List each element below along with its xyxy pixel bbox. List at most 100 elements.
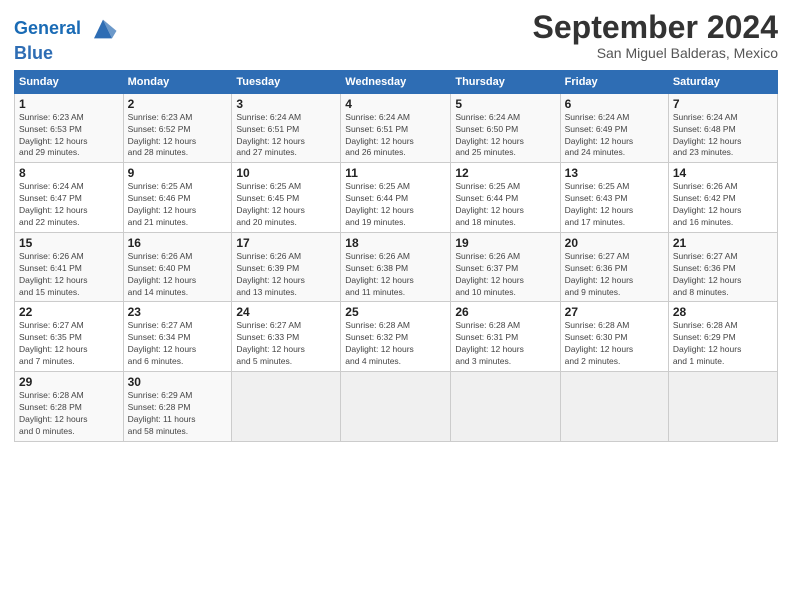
day-info: Sunrise: 6:26 AM Sunset: 6:41 PM Dayligh… bbox=[19, 251, 119, 299]
table-row: 12Sunrise: 6:25 AM Sunset: 6:44 PM Dayli… bbox=[451, 163, 560, 233]
day-info: Sunrise: 6:28 AM Sunset: 6:32 PM Dayligh… bbox=[345, 320, 446, 368]
day-info: Sunrise: 6:24 AM Sunset: 6:50 PM Dayligh… bbox=[455, 112, 555, 160]
day-info: Sunrise: 6:28 AM Sunset: 6:28 PM Dayligh… bbox=[19, 390, 119, 438]
location-title: San Miguel Balderas, Mexico bbox=[533, 45, 778, 61]
table-row bbox=[341, 372, 451, 442]
logo: General Blue bbox=[14, 14, 118, 64]
day-number: 5 bbox=[455, 97, 555, 111]
table-row: 30Sunrise: 6:29 AM Sunset: 6:28 PM Dayli… bbox=[123, 372, 232, 442]
table-row: 16Sunrise: 6:26 AM Sunset: 6:40 PM Dayli… bbox=[123, 232, 232, 302]
day-info: Sunrise: 6:23 AM Sunset: 6:52 PM Dayligh… bbox=[128, 112, 228, 160]
col-thursday: Thursday bbox=[451, 70, 560, 93]
table-row: 2Sunrise: 6:23 AM Sunset: 6:52 PM Daylig… bbox=[123, 93, 232, 163]
table-row: 20Sunrise: 6:27 AM Sunset: 6:36 PM Dayli… bbox=[560, 232, 668, 302]
table-row: 4Sunrise: 6:24 AM Sunset: 6:51 PM Daylig… bbox=[341, 93, 451, 163]
day-info: Sunrise: 6:27 AM Sunset: 6:33 PM Dayligh… bbox=[236, 320, 336, 368]
day-number: 6 bbox=[565, 97, 664, 111]
day-number: 25 bbox=[345, 305, 446, 319]
table-row: 28Sunrise: 6:28 AM Sunset: 6:29 PM Dayli… bbox=[668, 302, 777, 372]
day-info: Sunrise: 6:26 AM Sunset: 6:38 PM Dayligh… bbox=[345, 251, 446, 299]
day-number: 14 bbox=[673, 166, 773, 180]
table-row: 24Sunrise: 6:27 AM Sunset: 6:33 PM Dayli… bbox=[232, 302, 341, 372]
day-info: Sunrise: 6:24 AM Sunset: 6:49 PM Dayligh… bbox=[565, 112, 664, 160]
table-row: 13Sunrise: 6:25 AM Sunset: 6:43 PM Dayli… bbox=[560, 163, 668, 233]
table-row: 27Sunrise: 6:28 AM Sunset: 6:30 PM Dayli… bbox=[560, 302, 668, 372]
day-info: Sunrise: 6:26 AM Sunset: 6:40 PM Dayligh… bbox=[128, 251, 228, 299]
table-row: 15Sunrise: 6:26 AM Sunset: 6:41 PM Dayli… bbox=[15, 232, 124, 302]
day-number: 9 bbox=[128, 166, 228, 180]
day-info: Sunrise: 6:27 AM Sunset: 6:35 PM Dayligh… bbox=[19, 320, 119, 368]
day-info: Sunrise: 6:24 AM Sunset: 6:51 PM Dayligh… bbox=[345, 112, 446, 160]
day-number: 16 bbox=[128, 236, 228, 250]
day-number: 30 bbox=[128, 375, 228, 389]
col-saturday: Saturday bbox=[668, 70, 777, 93]
table-row: 3Sunrise: 6:24 AM Sunset: 6:51 PM Daylig… bbox=[232, 93, 341, 163]
day-info: Sunrise: 6:25 AM Sunset: 6:44 PM Dayligh… bbox=[455, 181, 555, 229]
day-info: Sunrise: 6:28 AM Sunset: 6:29 PM Dayligh… bbox=[673, 320, 773, 368]
table-row: 5Sunrise: 6:24 AM Sunset: 6:50 PM Daylig… bbox=[451, 93, 560, 163]
day-info: Sunrise: 6:29 AM Sunset: 6:28 PM Dayligh… bbox=[128, 390, 228, 438]
day-number: 11 bbox=[345, 166, 446, 180]
table-row: 25Sunrise: 6:28 AM Sunset: 6:32 PM Dayli… bbox=[341, 302, 451, 372]
calendar-table: Sunday Monday Tuesday Wednesday Thursday… bbox=[14, 70, 778, 442]
table-row bbox=[560, 372, 668, 442]
day-info: Sunrise: 6:23 AM Sunset: 6:53 PM Dayligh… bbox=[19, 112, 119, 160]
day-number: 20 bbox=[565, 236, 664, 250]
col-monday: Monday bbox=[123, 70, 232, 93]
table-row: 11Sunrise: 6:25 AM Sunset: 6:44 PM Dayli… bbox=[341, 163, 451, 233]
table-row: 10Sunrise: 6:25 AM Sunset: 6:45 PM Dayli… bbox=[232, 163, 341, 233]
day-number: 21 bbox=[673, 236, 773, 250]
day-number: 7 bbox=[673, 97, 773, 111]
day-number: 2 bbox=[128, 97, 228, 111]
day-info: Sunrise: 6:27 AM Sunset: 6:34 PM Dayligh… bbox=[128, 320, 228, 368]
day-number: 18 bbox=[345, 236, 446, 250]
table-row: 26Sunrise: 6:28 AM Sunset: 6:31 PM Dayli… bbox=[451, 302, 560, 372]
day-number: 19 bbox=[455, 236, 555, 250]
day-info: Sunrise: 6:27 AM Sunset: 6:36 PM Dayligh… bbox=[673, 251, 773, 299]
table-row bbox=[668, 372, 777, 442]
day-number: 10 bbox=[236, 166, 336, 180]
table-row: 22Sunrise: 6:27 AM Sunset: 6:35 PM Dayli… bbox=[15, 302, 124, 372]
day-number: 22 bbox=[19, 305, 119, 319]
day-info: Sunrise: 6:27 AM Sunset: 6:36 PM Dayligh… bbox=[565, 251, 664, 299]
day-number: 29 bbox=[19, 375, 119, 389]
day-number: 3 bbox=[236, 97, 336, 111]
day-info: Sunrise: 6:26 AM Sunset: 6:39 PM Dayligh… bbox=[236, 251, 336, 299]
day-info: Sunrise: 6:28 AM Sunset: 6:30 PM Dayligh… bbox=[565, 320, 664, 368]
day-number: 26 bbox=[455, 305, 555, 319]
day-number: 1 bbox=[19, 97, 119, 111]
day-info: Sunrise: 6:25 AM Sunset: 6:44 PM Dayligh… bbox=[345, 181, 446, 229]
day-number: 27 bbox=[565, 305, 664, 319]
table-row: 8Sunrise: 6:24 AM Sunset: 6:47 PM Daylig… bbox=[15, 163, 124, 233]
logo-subtext: Blue bbox=[14, 44, 118, 64]
table-row: 6Sunrise: 6:24 AM Sunset: 6:49 PM Daylig… bbox=[560, 93, 668, 163]
table-row: 23Sunrise: 6:27 AM Sunset: 6:34 PM Dayli… bbox=[123, 302, 232, 372]
col-friday: Friday bbox=[560, 70, 668, 93]
table-row: 29Sunrise: 6:28 AM Sunset: 6:28 PM Dayli… bbox=[15, 372, 124, 442]
day-number: 13 bbox=[565, 166, 664, 180]
day-info: Sunrise: 6:24 AM Sunset: 6:48 PM Dayligh… bbox=[673, 112, 773, 160]
day-number: 12 bbox=[455, 166, 555, 180]
day-number: 15 bbox=[19, 236, 119, 250]
col-tuesday: Tuesday bbox=[232, 70, 341, 93]
day-number: 8 bbox=[19, 166, 119, 180]
table-row bbox=[451, 372, 560, 442]
table-row: 7Sunrise: 6:24 AM Sunset: 6:48 PM Daylig… bbox=[668, 93, 777, 163]
table-row: 1Sunrise: 6:23 AM Sunset: 6:53 PM Daylig… bbox=[15, 93, 124, 163]
table-row: 9Sunrise: 6:25 AM Sunset: 6:46 PM Daylig… bbox=[123, 163, 232, 233]
table-row: 18Sunrise: 6:26 AM Sunset: 6:38 PM Dayli… bbox=[341, 232, 451, 302]
day-info: Sunrise: 6:28 AM Sunset: 6:31 PM Dayligh… bbox=[455, 320, 555, 368]
day-number: 4 bbox=[345, 97, 446, 111]
day-number: 28 bbox=[673, 305, 773, 319]
month-title: September 2024 bbox=[533, 10, 778, 45]
col-sunday: Sunday bbox=[15, 70, 124, 93]
day-number: 24 bbox=[236, 305, 336, 319]
day-info: Sunrise: 6:26 AM Sunset: 6:42 PM Dayligh… bbox=[673, 181, 773, 229]
day-number: 17 bbox=[236, 236, 336, 250]
day-info: Sunrise: 6:24 AM Sunset: 6:47 PM Dayligh… bbox=[19, 181, 119, 229]
day-info: Sunrise: 6:26 AM Sunset: 6:37 PM Dayligh… bbox=[455, 251, 555, 299]
day-info: Sunrise: 6:24 AM Sunset: 6:51 PM Dayligh… bbox=[236, 112, 336, 160]
day-info: Sunrise: 6:25 AM Sunset: 6:43 PM Dayligh… bbox=[565, 181, 664, 229]
col-wednesday: Wednesday bbox=[341, 70, 451, 93]
day-info: Sunrise: 6:25 AM Sunset: 6:45 PM Dayligh… bbox=[236, 181, 336, 229]
